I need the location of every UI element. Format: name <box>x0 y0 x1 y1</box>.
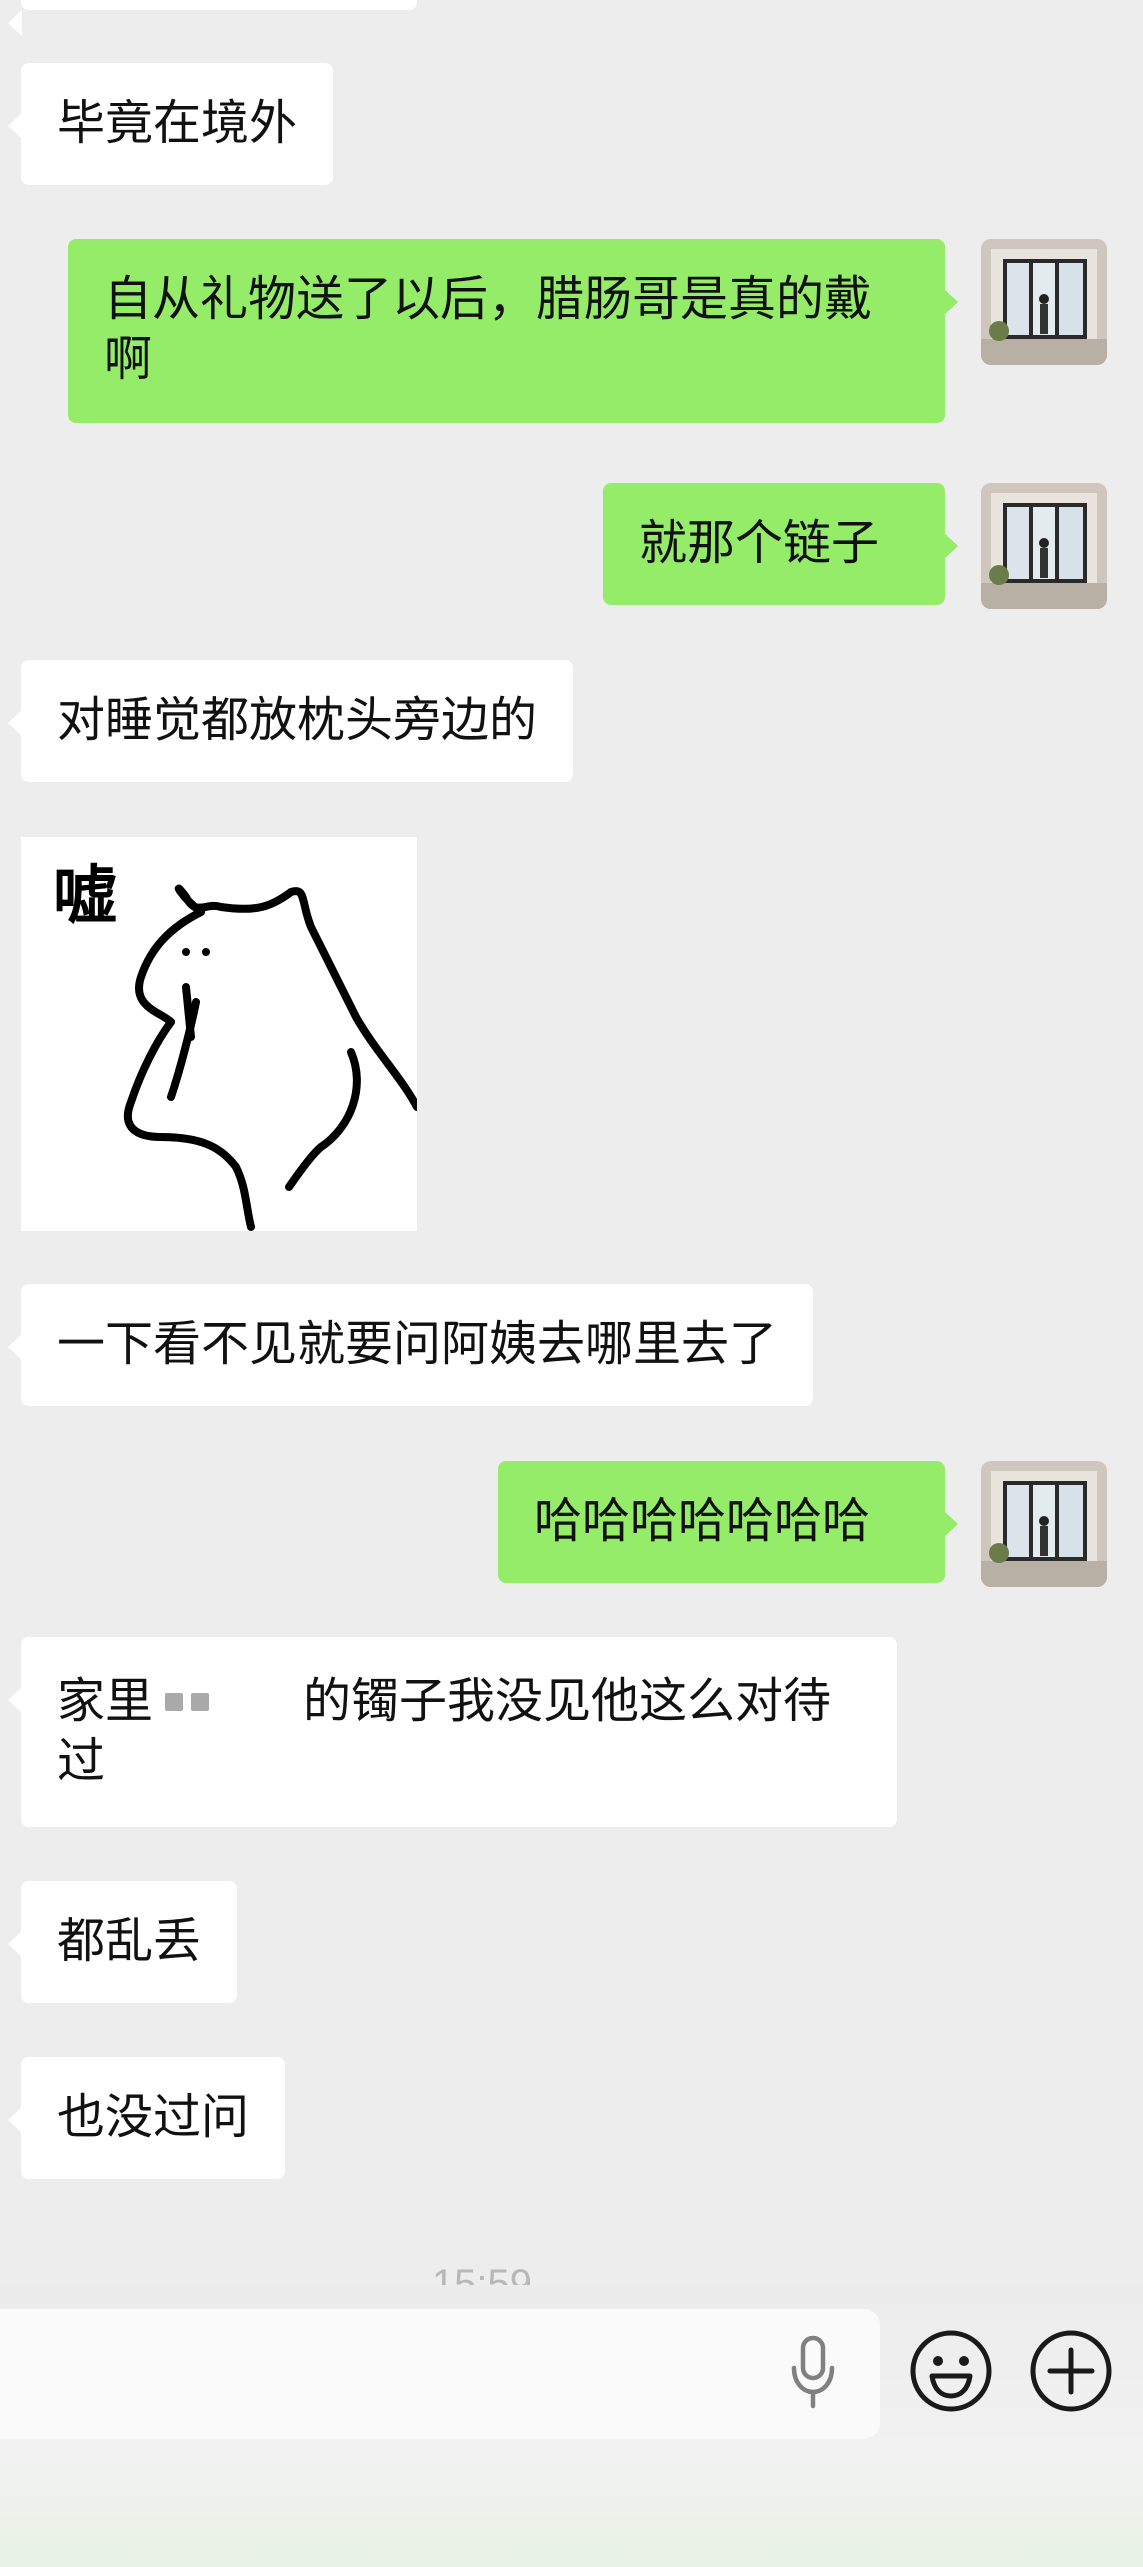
redacted-region <box>153 1675 303 1725</box>
message-bubble-incoming[interactable]: 都乱丢 <box>7 1881 238 2003</box>
message-bubble-outgoing[interactable]: 哈哈哈哈哈哈哈 <box>498 1461 958 1583</box>
chat-area[interactable]: 毕竟在境外 自从礼物送了以后，腊肠哥是真的戴啊 就那个链子 对睡觉都放枕头旁边的… <box>0 0 1143 2285</box>
emoji-icon[interactable] <box>908 2328 994 2418</box>
timestamp: 15:59 <box>431 2262 533 2285</box>
message-text-part1: 家里 <box>57 1673 154 1729</box>
message-text: 都乱丢 <box>57 1913 202 1969</box>
message-bubble-cut[interactable] <box>8 0 417 36</box>
message-bubble-incoming[interactable]: 家里 的镯子我没见他这么对待过 <box>8 1637 897 1827</box>
plus-circle-icon[interactable] <box>1028 2328 1114 2418</box>
message-text: 毕竟在境外 <box>57 95 298 151</box>
message-bubble-outgoing[interactable]: 自从礼物送了以后，腊肠哥是真的戴啊 <box>68 239 958 423</box>
message-bubble-outgoing[interactable]: 就那个链子 <box>603 483 958 605</box>
message-bubble-incoming[interactable]: 毕竟在境外 <box>7 63 334 185</box>
message-text: 也没过问 <box>57 2089 250 2145</box>
sticker-image[interactable]: 嘘 <box>21 837 417 1231</box>
avatar[interactable] <box>981 1461 1107 1587</box>
message-bubble-incoming[interactable]: 也没过问 <box>7 2057 286 2179</box>
message-text: 哈哈哈哈哈哈哈 <box>534 1493 871 1549</box>
message-text: 一下看不见就要问阿姨去哪里去了 <box>57 1316 778 1372</box>
message-input[interactable] <box>0 2309 880 2439</box>
microphone-icon[interactable] <box>788 2332 838 2420</box>
message-bubble-incoming[interactable]: 对睡觉都放枕头旁边的 <box>7 660 574 782</box>
sticker-caption: 嘘 <box>53 860 117 934</box>
message-text: 就那个链子 <box>639 515 880 571</box>
message-bubble-incoming[interactable]: 一下看不见就要问阿姨去哪里去了 <box>7 1284 814 1406</box>
avatar[interactable] <box>981 239 1107 365</box>
message-text: 对睡觉都放枕头旁边的 <box>57 692 538 748</box>
input-bar <box>0 2285 1143 2567</box>
avatar[interactable] <box>981 483 1107 609</box>
message-text: 自从礼物送了以后，腊肠哥是真的戴啊 <box>104 271 873 387</box>
